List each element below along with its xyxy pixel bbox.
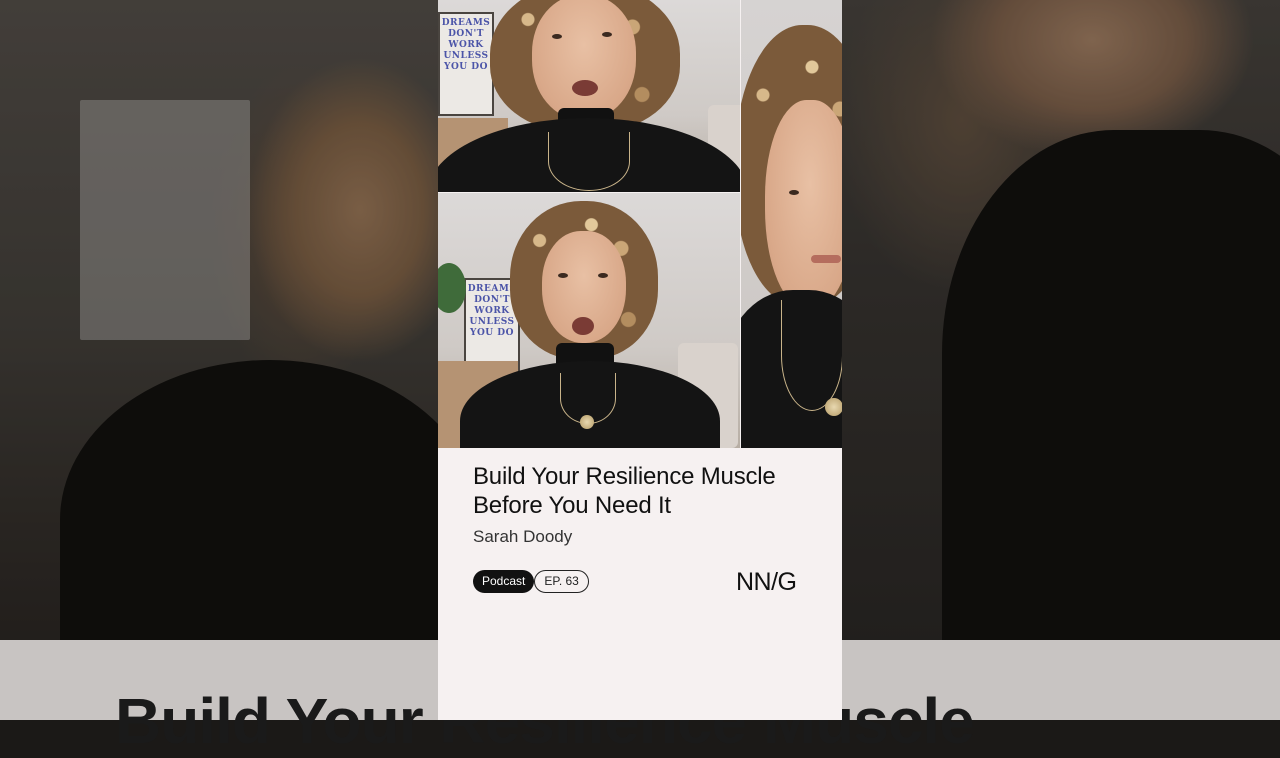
background-video-left [0, 0, 438, 720]
episode-title-line1: Build Your Resilience Muscle [473, 463, 776, 490]
episode-tags: Podcast EP. 63 [473, 570, 589, 593]
author-name: Sarah Doody [473, 527, 573, 546]
podcast-tag: Podcast [473, 570, 535, 593]
background-video-right [842, 0, 1280, 720]
episode-info: Build Your Resilience Muscle Before You … [438, 448, 842, 720]
speaker-photo-top: DREAMS DON'T WORK UNLESS YOU DO [438, 0, 740, 192]
speaker-photo-main: DREAMS DON'T WORK UNLESS YOU DO [438, 193, 740, 448]
speaker-photo-side [741, 0, 842, 448]
video-card[interactable]: DREAMS DON'T WORK UNLESS YOU DO DREAMS D… [438, 0, 842, 720]
episode-number-tag: EP. 63 [534, 570, 589, 593]
motivational-poster: DREAMS DON'T WORK UNLESS YOU DO [438, 12, 494, 116]
episode-title: Build Your Resilience Muscle Before You … [473, 462, 823, 520]
nng-logo: NN/G [736, 568, 797, 596]
episode-title-line2: Before You Need It [473, 492, 671, 519]
